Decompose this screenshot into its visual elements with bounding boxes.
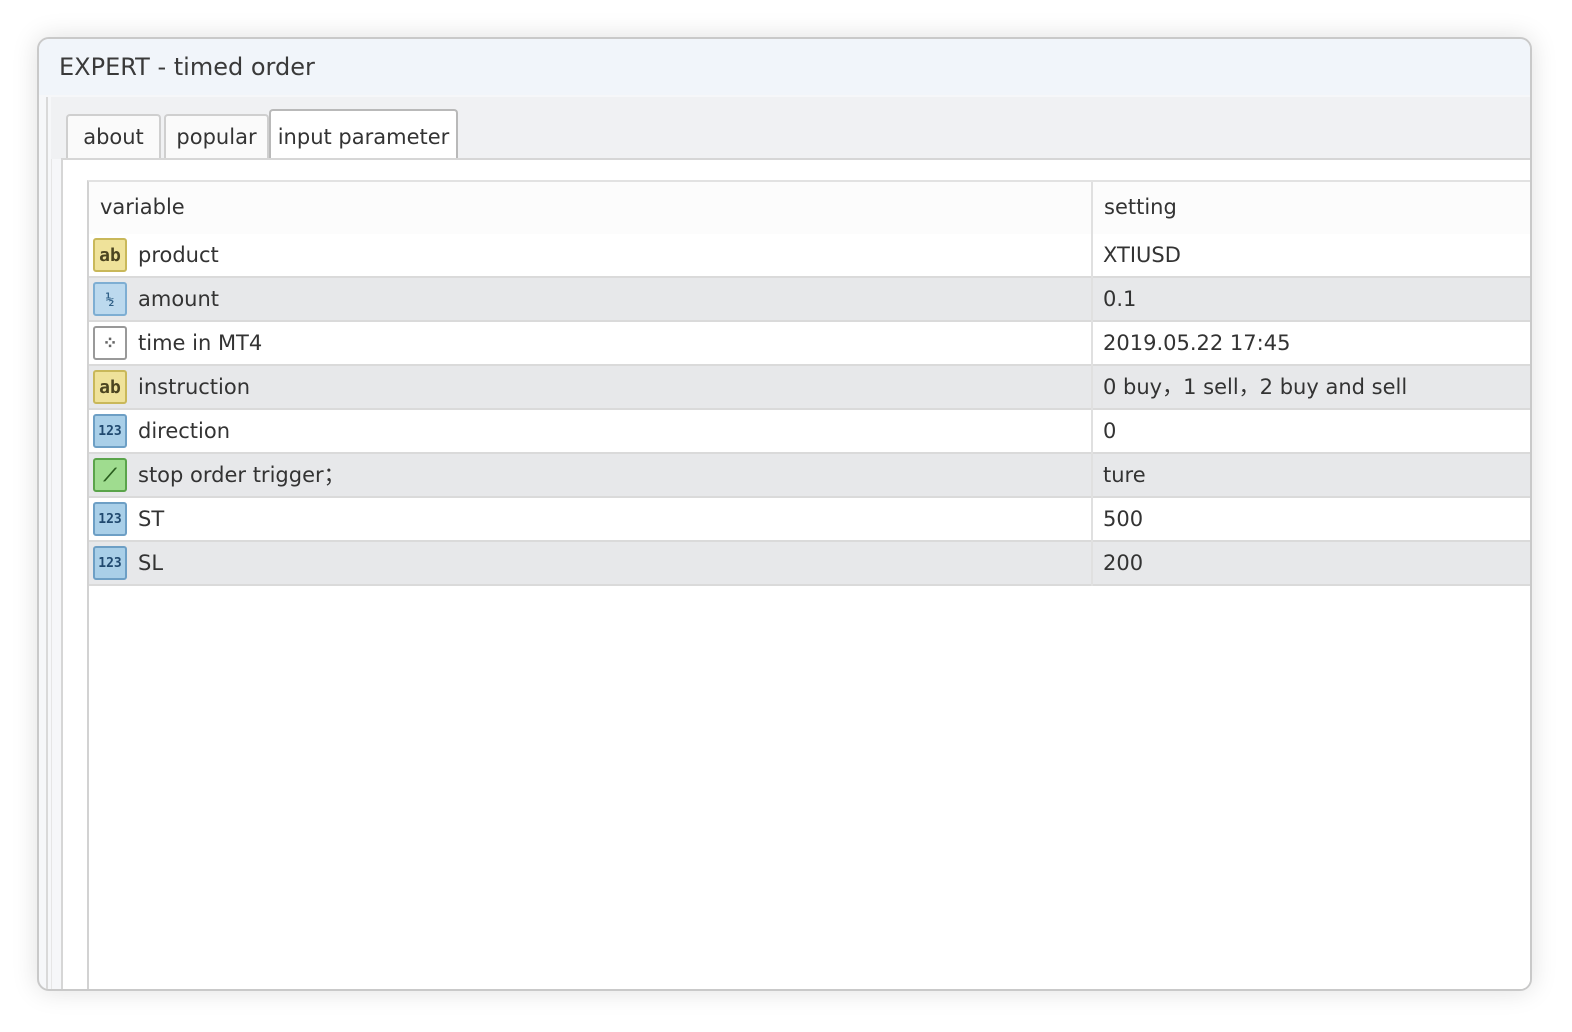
parameter-row[interactable]: 123 SL 200 — [89, 542, 1530, 586]
parameter-name: direction — [138, 419, 231, 443]
tab-popular[interactable]: popular — [164, 114, 269, 158]
parameter-row[interactable]: ½ amount 0.1 — [89, 278, 1530, 322]
parameter-value[interactable]: XTIUSD — [1103, 234, 1181, 276]
parameter-name: product — [138, 243, 219, 267]
parameter-name: SL — [138, 551, 164, 575]
parameter-value[interactable]: 0.1 — [1103, 278, 1136, 320]
parameter-name: ST — [138, 507, 165, 531]
column-separator[interactable] — [1091, 182, 1093, 586]
parameter-value[interactable]: ture — [1103, 454, 1146, 496]
parameter-row[interactable]: 123 ST 500 — [89, 498, 1530, 542]
tab-input-parameter[interactable]: input parameter — [269, 109, 458, 160]
string-type-icon: ab — [93, 238, 127, 272]
parameter-row[interactable]: ⟋ stop order trigger； ture — [89, 454, 1530, 498]
grid-header: variable setting — [89, 182, 1530, 236]
parameter-name: stop order trigger； — [138, 463, 345, 487]
double-type-icon: ½ — [93, 282, 127, 316]
integer-type-icon: 123 — [93, 502, 127, 536]
column-header-setting[interactable]: setting — [1093, 182, 1530, 234]
parameter-value[interactable]: 500 — [1103, 498, 1143, 540]
tab-panel-input-parameter: variable setting ab product XTIUSD ½ amount 0… — [61, 158, 1530, 989]
parameter-row[interactable]: ab product XTIUSD — [89, 234, 1530, 278]
column-header-variable[interactable]: variable — [89, 182, 1091, 234]
parameter-value[interactable]: 2019.05.22 17:45 — [1103, 322, 1290, 364]
datetime-type-icon: ⁘ — [93, 326, 127, 360]
parameter-name: amount — [138, 287, 220, 311]
parameter-value[interactable]: 0 — [1103, 410, 1116, 452]
window-title: EXPERT - timed order — [39, 39, 1530, 95]
string-type-icon: ab — [93, 370, 127, 404]
parameter-row[interactable]: ab instruction 0 buy，1 sell，2 buy and sell — [89, 366, 1530, 410]
boolean-type-icon: ⟋ — [93, 458, 127, 492]
tab-about[interactable]: about — [66, 114, 161, 158]
parameter-value[interactable]: 200 — [1103, 542, 1143, 584]
integer-type-icon: 123 — [93, 414, 127, 448]
parameter-row[interactable]: ⁘ time in MT4 2019.05.22 17:45 — [89, 322, 1530, 366]
parameter-grid: variable setting ab product XTIUSD ½ amount 0… — [87, 180, 1530, 989]
parameter-name: instruction — [138, 375, 251, 399]
window-inner-border — [46, 97, 52, 989]
parameter-value[interactable]: 0 buy，1 sell，2 buy and sell — [1103, 366, 1407, 408]
expert-properties-window: EXPERT - timed order about popular input… — [37, 37, 1532, 991]
tab-strip: about popular input parameter — [51, 97, 1530, 160]
parameter-row[interactable]: 123 direction 0 — [89, 410, 1530, 454]
parameter-name: time in MT4 — [138, 331, 263, 355]
integer-type-icon: 123 — [93, 546, 127, 580]
